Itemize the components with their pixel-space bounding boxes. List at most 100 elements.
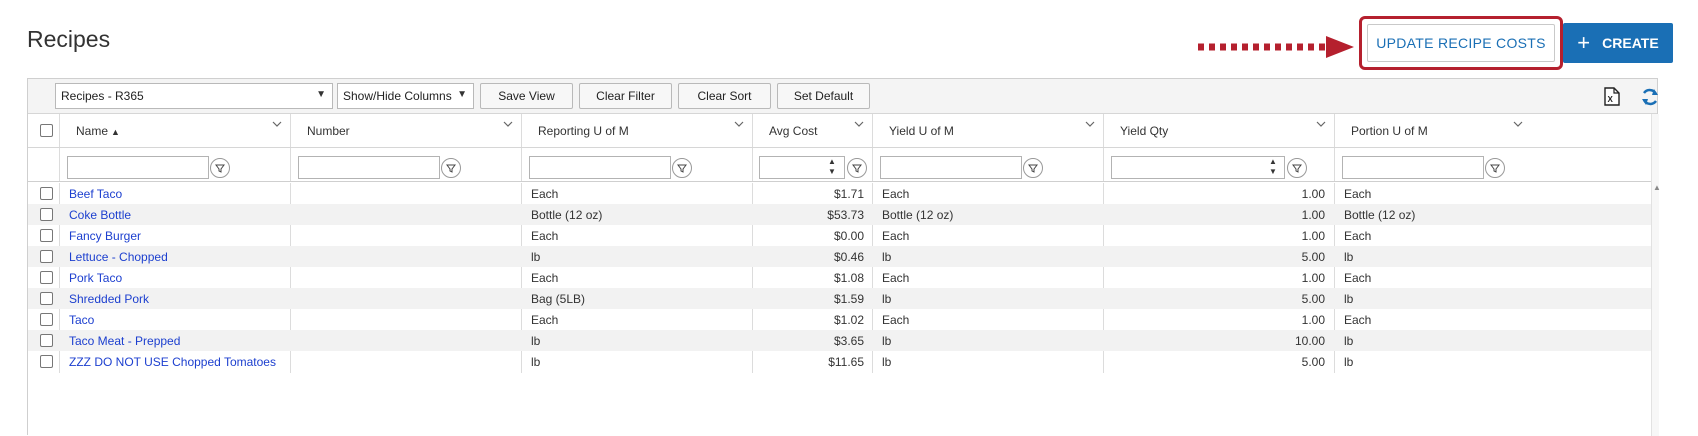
recipe-name-link[interactable]: Coke Bottle <box>69 208 131 222</box>
column-menu-icon[interactable] <box>272 119 282 129</box>
column-menu-icon[interactable] <box>1316 119 1326 129</box>
avg-cost-cell: $1.02 <box>833 313 864 327</box>
column-menu-icon[interactable] <box>854 119 864 129</box>
table-row[interactable]: Beef Taco Each $1.71 Each 1.00 Each <box>28 183 1651 204</box>
recipe-name-link[interactable]: Pork Taco <box>69 271 122 285</box>
svg-text:X: X <box>1608 95 1614 104</box>
column-header-portion-uom[interactable]: Portion U of M <box>1335 114 1531 147</box>
numeric-stepper-icon[interactable]: ▲ ▼ <box>825 157 839 178</box>
recipe-name-link[interactable]: Shredded Pork <box>69 292 149 306</box>
grid-body: Beef Taco Each $1.71 Each 1.00 Each Coke… <box>28 183 1651 433</box>
column-header-number[interactable]: Number <box>291 114 522 147</box>
update-recipe-costs-button[interactable]: UPDATE RECIPE COSTS <box>1367 24 1555 62</box>
yield-qty-cell: 5.00 <box>1301 292 1325 306</box>
portion-uom-cell: Each <box>1344 271 1372 285</box>
column-menu-icon[interactable] <box>1085 119 1095 129</box>
row-checkbox[interactable] <box>40 313 53 326</box>
column-header-yield-uom[interactable]: Yield U of M <box>873 114 1104 147</box>
row-checkbox[interactable] <box>40 355 53 368</box>
column-label-number: Number <box>307 124 350 138</box>
show-hide-columns-select[interactable]: Show/Hide Columns ▼ <box>337 83 474 109</box>
scroll-up-icon[interactable]: ▲ <box>1653 183 1661 192</box>
row-checkbox[interactable] <box>40 208 53 221</box>
table-row[interactable]: ZZZ DO NOT USE Chopped Tomatoes lb $11.6… <box>28 351 1651 372</box>
yield-uom-cell: Each <box>882 229 910 243</box>
filter-icon[interactable] <box>847 158 867 178</box>
column-header-reporting-uom[interactable]: Reporting U of M <box>522 114 753 147</box>
recipe-name-link[interactable]: ZZZ DO NOT USE Chopped Tomatoes <box>69 355 276 369</box>
reporting-uom-cell: Bottle (12 oz) <box>531 208 603 222</box>
number-filter-input[interactable] <box>298 156 440 179</box>
filter-icon[interactable] <box>1023 158 1043 178</box>
yield-uom-cell: lb <box>882 355 892 369</box>
create-button[interactable]: + CREATE <box>1563 23 1673 63</box>
column-label-yield-qty: Yield Qty <box>1120 124 1169 138</box>
yield-uom-filter-input[interactable] <box>880 156 1022 179</box>
filter-icon[interactable] <box>210 158 230 178</box>
grid-header: Name ▲ Number Reporting U of M Avg Cost Y… <box>28 114 1651 148</box>
recipe-name-link[interactable]: Beef Taco <box>69 187 122 201</box>
recipe-name-link[interactable]: Lettuce - Chopped <box>69 250 168 264</box>
select-all-checkbox[interactable] <box>40 124 53 137</box>
export-excel-icon[interactable]: X <box>1604 87 1620 106</box>
row-checkbox[interactable] <box>40 292 53 305</box>
column-header-name[interactable]: Name ▲ <box>60 114 291 147</box>
column-header-avg-cost[interactable]: Avg Cost <box>753 114 873 147</box>
row-checkbox[interactable] <box>40 271 53 284</box>
table-row[interactable]: Lettuce - Chopped lb $0.46 lb 5.00 lb <box>28 246 1651 267</box>
yield-qty-cell: 1.00 <box>1301 313 1325 327</box>
recipes-grid: Recipes - R365 ▼ Show/Hide Columns ▼ Sav… <box>27 78 1661 436</box>
name-filter-input[interactable] <box>67 156 209 179</box>
row-checkbox[interactable] <box>40 250 53 263</box>
table-row[interactable]: Shredded Pork Bag (5LB) $1.59 lb 5.00 lb <box>28 288 1651 309</box>
recipe-name-link[interactable]: Fancy Burger <box>69 229 141 243</box>
reporting-uom-filter-input[interactable] <box>529 156 671 179</box>
clear-filter-button[interactable]: Clear Filter <box>579 83 672 109</box>
avg-cost-cell: $3.65 <box>833 334 864 348</box>
clear-sort-button[interactable]: Clear Sort <box>678 83 771 109</box>
column-label-portion-uom: Portion U of M <box>1351 124 1428 138</box>
grid-scrollbar[interactable] <box>1651 114 1659 436</box>
portion-uom-cell: lb <box>1344 355 1354 369</box>
filter-icon[interactable] <box>1287 158 1307 178</box>
table-row[interactable]: Coke Bottle Bottle (12 oz) $53.73 Bottle… <box>28 204 1651 225</box>
filter-icon[interactable] <box>441 158 461 178</box>
portion-uom-cell: Each <box>1344 313 1372 327</box>
callout-arrow-icon <box>1198 36 1354 58</box>
table-row[interactable]: Taco Each $1.02 Each 1.00 Each <box>28 309 1651 330</box>
table-row[interactable]: Pork Taco Each $1.08 Each 1.00 Each <box>28 267 1651 288</box>
save-view-button[interactable]: Save View <box>480 83 573 109</box>
column-menu-icon[interactable] <box>1513 119 1523 129</box>
refresh-icon[interactable] <box>1640 87 1660 107</box>
avg-cost-cell: $53.73 <box>827 208 864 222</box>
column-label-reporting-uom: Reporting U of M <box>538 124 629 138</box>
filter-icon[interactable] <box>1485 158 1505 178</box>
recipe-name-link[interactable]: Taco Meat - Prepped <box>69 334 180 348</box>
view-select[interactable]: Recipes - R365 ▼ <box>55 83 333 109</box>
row-checkbox[interactable] <box>40 334 53 347</box>
reporting-uom-cell: Each <box>531 313 559 327</box>
recipe-name-link[interactable]: Taco <box>69 313 94 327</box>
column-header-yield-qty[interactable]: Yield Qty <box>1104 114 1335 147</box>
create-button-label: CREATE <box>1602 35 1659 51</box>
set-default-button[interactable]: Set Default <box>777 83 870 109</box>
reporting-uom-cell: Bag (5LB) <box>531 292 586 306</box>
yield-qty-filter-input[interactable] <box>1111 156 1285 179</box>
avg-cost-cell: $1.71 <box>833 187 864 201</box>
table-row[interactable]: Fancy Burger Each $0.00 Each 1.00 Each <box>28 225 1651 246</box>
table-row[interactable]: Taco Meat - Prepped lb $3.65 lb 10.00 lb <box>28 330 1651 351</box>
filter-icon[interactable] <box>672 158 692 178</box>
numeric-stepper-icon[interactable]: ▲ ▼ <box>1266 157 1280 178</box>
avg-cost-cell: $1.08 <box>833 271 864 285</box>
avg-cost-cell: $0.00 <box>833 229 864 243</box>
portion-uom-filter-input[interactable] <box>1342 156 1484 179</box>
row-checkbox[interactable] <box>40 187 53 200</box>
yield-qty-cell: 10.00 <box>1294 334 1325 348</box>
column-menu-icon[interactable] <box>503 119 513 129</box>
row-checkbox[interactable] <box>40 229 53 242</box>
filter-spacer <box>28 148 60 181</box>
yield-uom-cell: lb <box>882 292 892 306</box>
avg-cost-cell: $11.65 <box>828 355 864 369</box>
select-all-column <box>28 114 60 147</box>
column-menu-icon[interactable] <box>734 119 744 129</box>
